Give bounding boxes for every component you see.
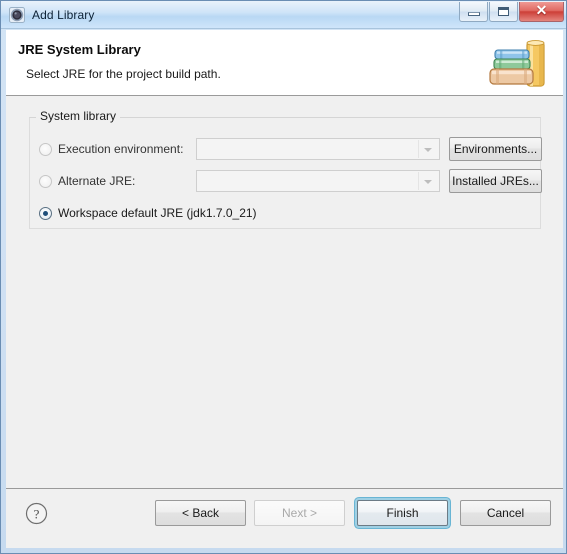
back-button[interactable]: < Back — [155, 500, 246, 526]
minimize-icon — [467, 11, 480, 16]
environments-button[interactable]: Environments... — [449, 137, 542, 161]
add-library-dialog: Add Library ✕ JRE System Library Select … — [0, 0, 567, 554]
alternate-jre-radio[interactable]: Alternate JRE: — [6, 174, 135, 188]
workspace-default-jre-label: Workspace default JRE (jdk1.7.0_21) — [58, 206, 257, 220]
next-button: Next > — [254, 500, 345, 526]
alternate-jre-label: Alternate JRE: — [58, 174, 136, 188]
minimize-button[interactable] — [459, 2, 488, 22]
execution-environment-combo[interactable] — [196, 138, 440, 160]
workspace-default-jre-radio[interactable]: Workspace default JRE (jdk1.7.0_21) — [6, 206, 257, 220]
wizard-header: JRE System Library Select JRE for the pr… — [6, 30, 563, 96]
combo-separator — [418, 140, 419, 158]
execution-environment-label: Execution environment: — [58, 142, 184, 156]
workspace-default-jre-row: Workspace default JRE (jdk1.7.0_21) — [6, 200, 563, 226]
radio-icon — [39, 174, 52, 188]
maximize-icon — [498, 7, 509, 16]
radio-icon — [39, 142, 52, 156]
radio-icon-selected — [39, 206, 52, 220]
button-bar: < Back Next > Finish Cancel — [147, 500, 551, 526]
dialog-footer: ? < Back Next > Finish Cancel — [6, 488, 563, 548]
combo-separator — [418, 172, 419, 190]
execution-environment-row: Execution environment: Environments... — [6, 136, 563, 162]
svg-text:?: ? — [34, 506, 40, 521]
eclipse-icon — [9, 6, 25, 23]
alternate-jre-row: Alternate JRE: Installed JREs... — [6, 168, 563, 194]
close-button[interactable]: ✕ — [519, 2, 564, 22]
chevron-down-icon — [424, 148, 432, 152]
alternate-jre-combo[interactable] — [196, 170, 440, 192]
system-library-group-label: System library — [36, 109, 121, 123]
installed-jres-button[interactable]: Installed JREs... — [449, 169, 542, 193]
dialog-body: System library Execution environment: En… — [6, 96, 563, 488]
window-controls: ✕ — [458, 2, 564, 22]
finish-button[interactable]: Finish — [357, 500, 448, 526]
chevron-down-icon — [424, 180, 432, 184]
title-bar[interactable]: Add Library ✕ — [1, 1, 566, 29]
close-icon: ✕ — [535, 3, 548, 19]
books-stack-image — [483, 36, 555, 92]
cancel-button[interactable]: Cancel — [460, 500, 551, 526]
page-subtitle: Select JRE for the project build path. — [26, 67, 221, 81]
execution-environment-radio[interactable]: Execution environment: — [6, 142, 183, 156]
page-title: JRE System Library — [18, 42, 141, 57]
help-question-icon[interactable]: ? — [25, 502, 48, 525]
maximize-button[interactable] — [489, 2, 518, 22]
